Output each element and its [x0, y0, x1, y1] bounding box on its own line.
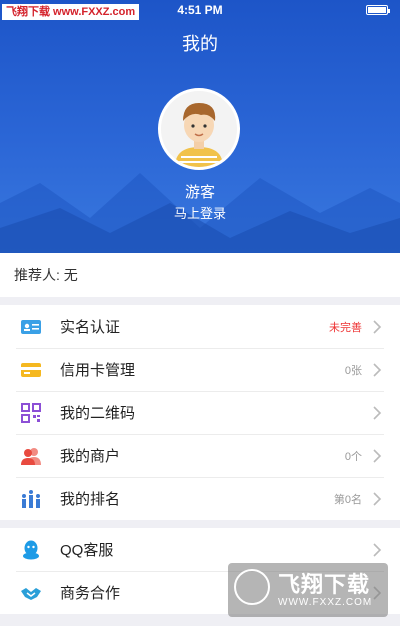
menu-label: 商务合作 — [60, 585, 121, 602]
watermark-url: WWW.FXXZ.COM — [278, 597, 373, 608]
menu-item-merchants[interactable]: 我的商户 0个 — [0, 434, 400, 477]
merchant-icon — [21, 448, 41, 465]
page-title: 我的 — [182, 34, 218, 54]
qq-icon — [23, 540, 39, 560]
login-link[interactable]: 马上登录 — [0, 203, 400, 222]
chevron-right-icon — [373, 320, 382, 334]
status-time: 4:51 PM — [177, 3, 223, 17]
qr-code-icon — [21, 403, 41, 423]
id-card-icon — [21, 320, 41, 334]
verification-status: 未完善 — [329, 321, 362, 334]
credit-card-icon — [21, 363, 41, 377]
card-count: 0张 — [344, 364, 362, 377]
chevron-right-icon — [373, 543, 382, 557]
boy-avatar-icon — [161, 91, 237, 167]
menu-item-qr-code[interactable]: 我的二维码 — [0, 391, 400, 434]
profile-header: 飞翔下载 www.FXXZ.com 4:51 PM 我的 游客 马上登录 — [0, 0, 400, 253]
watermark-bottom: 飞翔下载 WWW.FXXZ.COM — [228, 563, 388, 617]
referrer-row: 推荐人: 无 — [0, 253, 400, 297]
menu-label: 实名认证 — [60, 319, 121, 336]
watermark-name: 飞翔下载 — [278, 572, 371, 597]
username: 游客 — [184, 184, 215, 201]
status-bar: 飞翔下载 www.FXXZ.com 4:51 PM — [0, 0, 400, 20]
rank-value: 第0名 — [333, 493, 362, 506]
menu-item-verification[interactable]: 实名认证 未完善 — [0, 305, 400, 348]
menu-label: 我的二维码 — [60, 405, 136, 422]
avatar[interactable] — [158, 88, 240, 170]
menu-item-credit-cards[interactable]: 信用卡管理 0张 — [0, 348, 400, 391]
chevron-right-icon — [373, 492, 382, 506]
menu-label: QQ客服 — [60, 542, 114, 559]
chevron-right-icon — [373, 363, 382, 377]
handshake-icon — [21, 588, 41, 600]
menu-label: 我的商户 — [60, 448, 121, 465]
menu-group-account: 实名认证 未完善 信用卡管理 0张 我的二维码 我的商户 0个 我的排名 第0名 — [0, 305, 400, 520]
battery-icon — [366, 5, 390, 15]
menu-item-ranking[interactable]: 我的排名 第0名 — [0, 477, 400, 520]
chevron-right-icon — [373, 406, 382, 420]
menu-label: 我的排名 — [60, 491, 121, 508]
menu-label: 信用卡管理 — [60, 362, 136, 379]
watermark-logo-icon — [234, 569, 270, 605]
chevron-right-icon — [373, 449, 382, 463]
ranking-icon — [22, 490, 40, 508]
merchant-count: 0个 — [344, 450, 362, 463]
